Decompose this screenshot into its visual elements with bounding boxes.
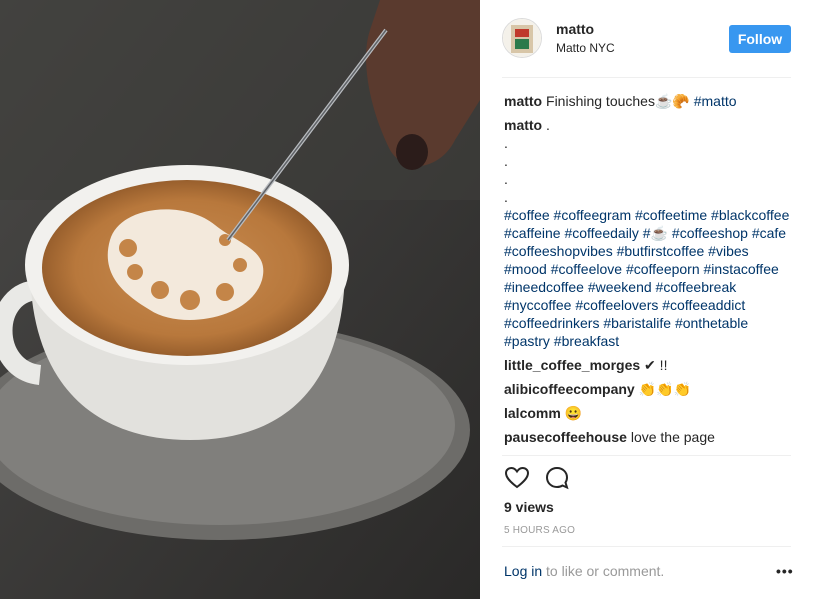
dot-line: .	[504, 189, 508, 205]
comment-username[interactable]: pausecoffeehouse	[504, 429, 627, 445]
dot-line: .	[504, 171, 508, 187]
comment-text: ✔ !!	[640, 357, 668, 373]
speech-bubble-icon[interactable]	[544, 465, 570, 491]
comment-text: love the page	[626, 429, 715, 445]
caption-text: Finishing touches☕🥐	[546, 93, 694, 109]
comments-divider	[502, 455, 791, 456]
post-header: matto Matto NYC Follow	[480, 0, 817, 78]
comment-item: pausecoffeehouse love the page	[504, 428, 794, 446]
heart-outline-icon[interactable]	[504, 465, 530, 491]
ellipsis-icon[interactable]: •••	[776, 563, 794, 579]
post-location[interactable]: Matto NYC	[556, 41, 615, 55]
follow-button[interactable]: Follow	[729, 25, 791, 53]
comment-username[interactable]: alibicoffeecompany	[504, 381, 635, 397]
comment-text: 😀	[560, 405, 583, 421]
comment-item: alibicoffeecompany 👏👏👏	[504, 380, 794, 398]
post-details-panel: matto Matto NYC Follow matto Finishing t…	[480, 0, 817, 599]
second-comment-text: .	[542, 117, 550, 133]
post-timestamp[interactable]: 5 HOURS AGO	[504, 525, 575, 536]
caption-hashtag[interactable]: #matto	[694, 93, 737, 109]
login-prompt: Log in to like or comment.	[504, 563, 664, 579]
second-comment-username[interactable]: matto	[504, 117, 542, 133]
avatar[interactable]	[502, 18, 542, 58]
comment-item: lalcomm 😀	[504, 404, 794, 422]
dot-line: .	[504, 153, 508, 169]
comment-text: 👏👏👏	[634, 381, 691, 397]
caption-username[interactable]: matto	[504, 93, 542, 109]
second-comment: matto .	[504, 116, 794, 134]
dot-line: .	[504, 135, 508, 151]
post-video[interactable]	[0, 0, 480, 599]
comment-item: little_coffee_morges ✔ !!	[504, 356, 794, 374]
view-count[interactable]: 9 views	[504, 499, 554, 515]
post-username[interactable]: matto	[556, 21, 594, 37]
login-prompt-text: to like or comment.	[542, 563, 665, 579]
header-divider	[502, 77, 791, 78]
comments-list[interactable]: matto Finishing touches☕🥐 #matto matto .…	[504, 90, 794, 454]
footer-divider	[502, 546, 791, 547]
caption: matto Finishing touches☕🥐 #matto	[504, 92, 794, 110]
hashtag-block[interactable]: #coffee #coffeegram #coffeetime #blackco…	[504, 206, 794, 350]
coffee-photo	[0, 0, 480, 599]
login-link[interactable]: Log in	[504, 563, 542, 579]
comment-username[interactable]: little_coffee_morges	[504, 357, 640, 373]
comment-username[interactable]: lalcomm	[504, 405, 561, 421]
